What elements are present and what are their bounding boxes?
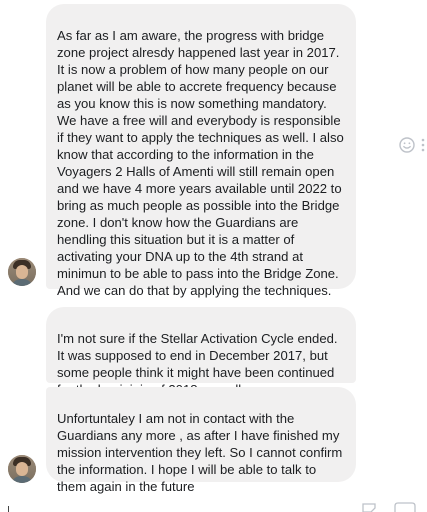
more-options-icon[interactable]: [420, 138, 426, 152]
message-bubble[interactable]: Unfortuntaley I am not in contact with t…: [46, 387, 356, 494]
message-bubble[interactable]: I'm not sure if the Stellar Activation C…: [46, 307, 356, 397]
avatar[interactable]: [8, 258, 36, 286]
message-text: Unfortuntaley I am not in contact with t…: [57, 411, 343, 494]
text-cursor: [8, 506, 9, 512]
sticker-icon[interactable]: [362, 503, 376, 512]
chat-thread: As far as I am aware, the progress with …: [0, 0, 427, 512]
message-text: As far as I am aware, the progress with …: [57, 28, 344, 298]
avatar[interactable]: [8, 455, 36, 483]
gif-icon[interactable]: [394, 502, 416, 512]
message-bubble[interactable]: As far as I am aware, the progress with …: [46, 4, 356, 298]
smiley-icon[interactable]: [399, 137, 415, 153]
